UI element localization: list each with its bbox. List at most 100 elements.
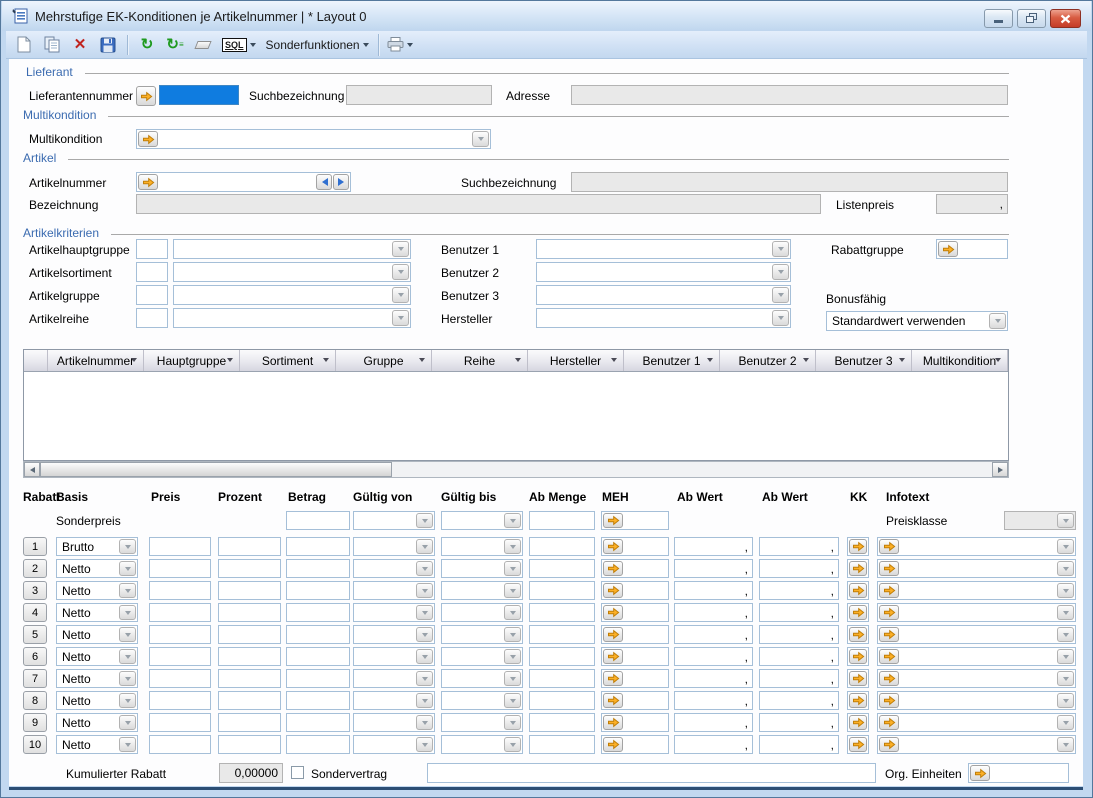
gueltig-von-select[interactable] [353, 581, 435, 600]
gueltig-bis-select[interactable] [441, 603, 523, 622]
lieferantennummer-input[interactable] [159, 85, 239, 105]
chevron-down-icon[interactable] [504, 513, 521, 528]
gueltig-von-select[interactable] [353, 713, 435, 732]
chevron-down-icon[interactable] [772, 264, 789, 280]
next-record-button[interactable] [333, 174, 349, 190]
prozent-input[interactable] [218, 625, 281, 644]
benutzer1-select[interactable] [536, 239, 791, 259]
ab-menge-input[interactable] [529, 647, 595, 666]
chevron-down-icon[interactable] [416, 715, 433, 730]
kk-button[interactable] [849, 693, 867, 708]
chevron-down-icon[interactable] [504, 561, 521, 576]
gueltig-bis-select[interactable] [441, 559, 523, 578]
artikelgruppe-select[interactable] [173, 285, 411, 305]
artikel-suchbezeichnung-input[interactable] [571, 172, 1008, 192]
gueltig-von-select[interactable] [353, 647, 435, 666]
kk-button[interactable] [849, 605, 867, 620]
chevron-down-icon[interactable] [119, 539, 136, 554]
delete-button[interactable]: ✕ [68, 34, 92, 56]
kk-button[interactable] [849, 561, 867, 576]
ab-wert-1-input[interactable] [674, 603, 753, 622]
betrag-input[interactable] [286, 559, 350, 578]
gueltig-bis-select[interactable] [441, 647, 523, 666]
bezeichnung-input[interactable] [136, 194, 821, 214]
gueltig-von-select[interactable] [353, 559, 435, 578]
column-header-benutzer-3[interactable]: Benutzer 3 [816, 350, 912, 371]
chevron-down-icon[interactable] [1057, 561, 1074, 576]
ab-menge-input[interactable] [529, 713, 595, 732]
lookup-arrow-icon[interactable] [138, 131, 158, 147]
lookup-arrow-icon[interactable] [603, 605, 623, 620]
meh-field[interactable] [601, 581, 669, 600]
ab-wert-1-input[interactable] [674, 669, 753, 688]
chevron-down-icon[interactable] [504, 693, 521, 708]
lookup-arrow-icon[interactable] [879, 693, 899, 708]
artikelnummer-field[interactable] [136, 172, 351, 192]
meh-field[interactable] [601, 559, 669, 578]
infotext-select[interactable] [877, 625, 1076, 644]
rabatt-row-number[interactable]: 5 [23, 625, 47, 644]
column-filter-icon[interactable] [514, 354, 525, 367]
infotext-select[interactable] [877, 647, 1076, 666]
sondervertrag-checkbox[interactable] [291, 766, 304, 779]
prozent-input[interactable] [218, 581, 281, 600]
basis-select[interactable]: Netto [56, 625, 138, 644]
artikelsortiment-select[interactable] [173, 262, 411, 282]
gueltig-bis-select[interactable] [441, 735, 523, 754]
chevron-down-icon[interactable] [1057, 693, 1074, 708]
chevron-down-icon[interactable] [472, 131, 489, 147]
lieferant-lookup-arrow-icon[interactable] [136, 86, 156, 106]
kk-button[interactable] [849, 539, 867, 554]
preisklasse-select[interactable] [1004, 511, 1076, 530]
benutzer3-select[interactable] [536, 285, 791, 305]
preis-input[interactable] [149, 537, 211, 556]
kumulierter-rabatt-input[interactable] [219, 763, 283, 783]
preis-input[interactable] [149, 603, 211, 622]
prozent-input[interactable] [218, 559, 281, 578]
basis-select[interactable]: Brutto [56, 537, 138, 556]
ab-wert-1-input[interactable] [674, 691, 753, 710]
chevron-down-icon[interactable] [392, 287, 409, 303]
lookup-arrow-icon[interactable] [970, 765, 990, 781]
column-filter-icon[interactable] [898, 354, 909, 367]
gueltig-von-select[interactable] [353, 625, 435, 644]
ab-wert-2-input[interactable] [759, 691, 839, 710]
prozent-input[interactable] [218, 735, 281, 754]
artikelsortiment-code-input[interactable] [136, 262, 168, 282]
gueltig-bis-select[interactable] [441, 691, 523, 710]
betrag-input[interactable] [286, 603, 350, 622]
lookup-arrow-icon[interactable] [603, 583, 623, 598]
gueltig-bis-select[interactable] [441, 537, 523, 556]
artikelhauptgruppe-code-input[interactable] [136, 239, 168, 259]
gueltig-von-select[interactable] [353, 537, 435, 556]
copy-button[interactable] [40, 34, 64, 56]
kk-button[interactable] [849, 671, 867, 686]
meh-field[interactable] [601, 537, 669, 556]
gueltig-bis-select[interactable] [441, 625, 523, 644]
lookup-arrow-icon[interactable] [603, 737, 623, 752]
prozent-input[interactable] [218, 647, 281, 666]
column-filter-icon[interactable] [994, 354, 1005, 367]
ab-menge-input[interactable] [529, 735, 595, 754]
refresh-list-button[interactable]: ↻≡ [163, 34, 187, 56]
hersteller-select[interactable] [536, 308, 791, 328]
prev-record-button[interactable] [316, 174, 332, 190]
ab-wert-2-input[interactable] [759, 713, 839, 732]
lookup-arrow-icon[interactable] [879, 605, 899, 620]
org-einheiten-field[interactable] [968, 763, 1069, 783]
infotext-select[interactable] [877, 735, 1076, 754]
column-filter-icon[interactable] [130, 354, 141, 367]
column-header-hersteller[interactable]: Hersteller [528, 350, 624, 371]
betrag-input[interactable] [286, 581, 350, 600]
chevron-down-icon[interactable] [416, 671, 433, 686]
ab-menge-input[interactable] [529, 603, 595, 622]
ab-wert-1-input[interactable] [674, 713, 753, 732]
chevron-down-icon[interactable] [504, 539, 521, 554]
clear-button[interactable] [191, 34, 215, 56]
ab-wert-1-input[interactable] [674, 625, 753, 644]
ab-wert-2-input[interactable] [759, 669, 839, 688]
rabatt-row-number[interactable]: 6 [23, 647, 47, 666]
sonderpreis-betrag-input[interactable] [286, 511, 350, 530]
meh-field[interactable] [601, 735, 669, 754]
rabatt-row-number[interactable]: 9 [23, 713, 47, 732]
